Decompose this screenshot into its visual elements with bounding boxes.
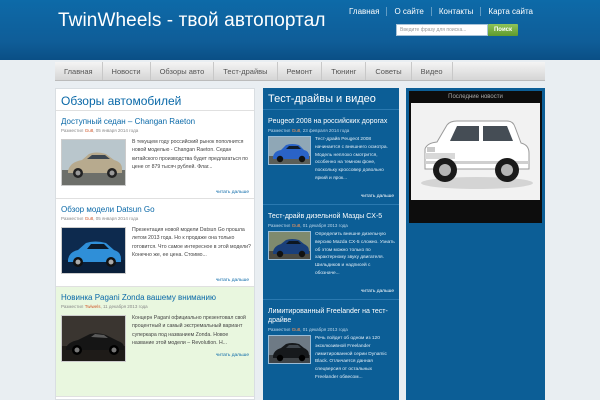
nav-item-reviews[interactable]: Обзоры авто xyxy=(151,62,215,80)
post-title[interactable]: Тест-драйв дизельной Мазды CX-5 xyxy=(268,212,394,221)
post-meta: Разместил Twiwels, 11 декабря 2013 года xyxy=(61,304,148,309)
top-link-about[interactable]: О сайте xyxy=(386,7,430,16)
post-excerpt: Определить внешне дизельную версию Mazda… xyxy=(315,232,395,276)
post-title[interactable]: Обзор модели Datsun Go xyxy=(61,205,155,214)
post-meta-prefix: Разместил xyxy=(268,128,291,133)
post-date: 11 декабря 2013 года xyxy=(102,304,148,309)
post-thumbnail[interactable] xyxy=(61,227,126,274)
nav-item-video[interactable]: Видео xyxy=(412,62,453,80)
freelander-car-image xyxy=(269,336,310,363)
post-author[interactable]: Gu8 xyxy=(292,223,301,228)
hatchback-car-image xyxy=(62,228,125,273)
post-title[interactable]: Новинка Pagani Zonda вашему вниманию xyxy=(61,293,216,302)
post-meta: Разместил Gu8, 01 декабря 2013 года xyxy=(268,327,348,332)
testdrives-column: Тест-драйвы и видео Peugeot 2008 на росс… xyxy=(263,88,399,400)
post-title[interactable]: Доступный седан – Changan Raeton xyxy=(61,117,195,126)
reviews-column: Обзоры автомобилей Доступный седан – Cha… xyxy=(55,88,255,400)
nav-item-tuning[interactable]: Тюнинг xyxy=(322,62,367,80)
testdrive-post: Лимитированный Freelander на тест-драйве… xyxy=(263,300,399,400)
review-post: Доступный седан – Changan Raeton Размест… xyxy=(56,111,254,199)
testdrive-post: Peugeot 2008 на российских дорогах Разме… xyxy=(263,110,399,205)
post-author[interactable]: Gu8 xyxy=(85,216,94,221)
site-title[interactable]: TwinWheels - твой автопортал xyxy=(58,10,326,32)
post-meta: Разместил Gu8, 23 февраля 2014 года xyxy=(268,128,350,133)
latest-news-label: Последние новости xyxy=(448,94,503,100)
top-link-contacts[interactable]: Контакты xyxy=(430,7,481,16)
latest-news-slider[interactable]: Последние новости xyxy=(409,91,542,223)
nav-item-home[interactable]: Главная xyxy=(55,62,103,80)
post-meta-prefix: Разместил xyxy=(61,128,84,133)
search-button[interactable]: Поиск xyxy=(488,24,518,36)
supercar-image xyxy=(62,316,125,361)
post-thumbnail[interactable] xyxy=(268,335,311,364)
post-author[interactable]: Gu8 xyxy=(85,128,94,133)
post-meta: Разместил Gu8, 01 декабря 2013 года xyxy=(268,223,348,228)
latest-news-column: Последние новости xyxy=(406,88,545,400)
nav-item-tips[interactable]: Советы xyxy=(366,62,412,80)
sedan-car-image xyxy=(62,140,125,185)
post-meta: Разместил Gu8, 05 января 2014 года xyxy=(61,128,139,133)
testdrives-title: Тест-драйвы и видео xyxy=(263,88,399,110)
post-thumbnail[interactable] xyxy=(61,139,126,186)
post-thumbnail[interactable] xyxy=(268,231,311,260)
post-title[interactable]: Peugeot 2008 на российских дорогах xyxy=(268,117,394,126)
post-meta-prefix: Разместил xyxy=(268,223,291,228)
post-meta-prefix: Разместил xyxy=(61,216,84,221)
post-thumbnail[interactable] xyxy=(268,136,311,165)
reviews-title: Обзоры автомобилей xyxy=(56,89,254,111)
post-meta: Разместил Gu8, 05 января 2014 года xyxy=(61,216,139,221)
post-date: 01 декабря 2013 года xyxy=(302,327,348,332)
post-excerpt: Речь пойдет об одном из 120 эксклюзивной… xyxy=(315,336,387,380)
suv-car-image xyxy=(269,232,310,259)
read-more-link[interactable]: читать дальше xyxy=(361,194,394,199)
nav-item-repair[interactable]: Ремонт xyxy=(278,62,323,80)
nav-item-news[interactable]: Новости xyxy=(103,62,151,80)
post-date: 23 февраля 2014 года xyxy=(302,128,350,133)
post-date: 05 января 2014 года xyxy=(95,216,139,221)
post-excerpt: В текущем году российский рынок пополнит… xyxy=(132,139,248,170)
read-more-link[interactable]: читать дальше xyxy=(216,278,249,283)
read-more-link[interactable]: читать дальше xyxy=(361,289,394,294)
news-slide-image[interactable] xyxy=(411,103,540,200)
review-post: Обзор модели Datsun Go Разместил Gu8, 05… xyxy=(56,199,254,287)
read-more-link[interactable]: читать дальше xyxy=(216,190,249,195)
post-excerpt: Концерн Pagani официально презентовал св… xyxy=(132,315,246,346)
search-input[interactable]: Введите фразу для поиска... xyxy=(396,24,488,36)
top-link-sitemap[interactable]: Карта сайта xyxy=(480,7,540,16)
niva-car-image xyxy=(411,103,540,200)
review-post: Новинка Pagani Zonda вашему вниманию Раз… xyxy=(56,287,254,397)
post-thumbnail[interactable] xyxy=(61,315,126,362)
testdrive-post: Тест-драйв дизельной Мазды CX-5 Размести… xyxy=(263,205,399,300)
post-author[interactable]: Twiwels xyxy=(85,304,101,309)
main-nav: Главная Новости Обзоры авто Тест-драйвы … xyxy=(55,62,545,81)
post-author[interactable]: Gu8 xyxy=(292,327,301,332)
post-excerpt: Тест-драйв Peugeot 2008 начинается с вне… xyxy=(315,137,388,181)
post-date: 01 декабря 2013 года xyxy=(302,223,348,228)
post-excerpt: Презентация новой модели Datsun Go прошл… xyxy=(132,227,251,258)
read-more-link[interactable]: читать дальше xyxy=(216,353,249,358)
nav-item-testdrives[interactable]: Тест-драйвы xyxy=(214,62,278,80)
top-link-home[interactable]: Главная xyxy=(342,7,386,16)
site-header: TwinWheels - твой автопортал Главная О с… xyxy=(0,0,600,60)
post-author[interactable]: Gu8 xyxy=(292,128,301,133)
post-meta-prefix: Разместил xyxy=(268,327,291,332)
post-date: 05 января 2014 года xyxy=(95,128,139,133)
crossover-car-image xyxy=(269,137,310,164)
post-meta-prefix: Разместил xyxy=(61,304,84,309)
top-links: Главная О сайте Контакты Карта сайта xyxy=(342,7,540,16)
post-title[interactable]: Лимитированный Freelander на тест-драйве xyxy=(268,307,394,325)
